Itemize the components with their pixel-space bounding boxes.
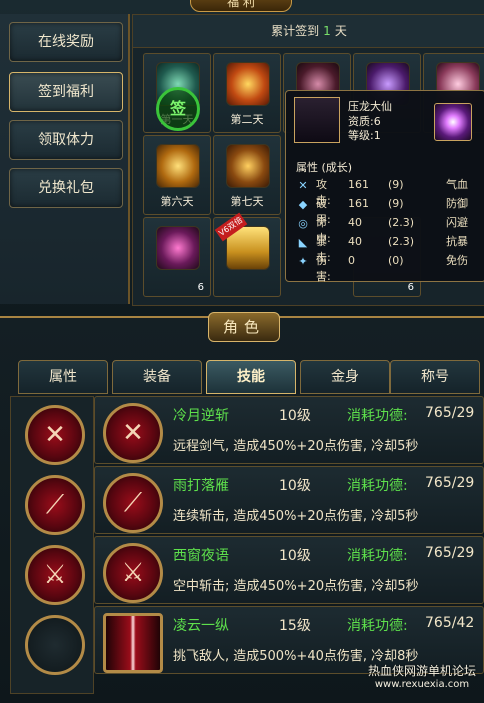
skill-name: 西窗夜语: [173, 548, 229, 564]
skill-cost: 765/29: [425, 405, 475, 421]
signin-summary: 累计签到 1 天: [133, 15, 484, 48]
claim-stamina-button[interactable]: 领取体力: [9, 120, 123, 160]
role-title: 角色: [208, 312, 280, 342]
day-cell-1[interactable]: 第一天 签: [143, 53, 211, 133]
character-name: 压龙大仙: [348, 100, 392, 113]
tab-titles[interactable]: 称号: [390, 360, 480, 394]
stat-row-crit: ◣ 暴击: 40 (2.3): [296, 234, 414, 264]
tab-golden-body[interactable]: 金身: [300, 360, 390, 394]
skill-name: 雨打落雁: [173, 478, 229, 494]
tab-equipment[interactable]: 装备: [112, 360, 202, 394]
item-tooltip: 压龙大仙 资质:6 等级:1 属性 (成长) ✕ 攻击: 161 (9) ◆ 破…: [285, 90, 484, 283]
skill-desc: 连续斩击, 造成450%+20点伤害, 冷却5秒: [173, 509, 419, 524]
tab-attributes[interactable]: 属性: [18, 360, 108, 394]
skill-desc: 远程剑气, 造成450%+20点伤害, 冷却5秒: [173, 439, 419, 454]
skill-name: 凌云一纵: [173, 618, 229, 634]
cross-slash-icon: ✕: [103, 403, 163, 463]
secondary-stats: 气血 防御 闪避 抗暴 免伤: [446, 175, 484, 270]
skill-slot-empty[interactable]: [25, 615, 85, 675]
skill-slot-2[interactable]: ⟋: [25, 475, 85, 535]
purple-orb-icon: [434, 103, 472, 141]
skill-desc: 空中斩击; 造成450%+20点伤害, 冷却5秒: [173, 579, 419, 594]
pink-gem-icon: [156, 226, 200, 270]
skill-cost: 765/29: [425, 475, 475, 491]
stat-row-damage: ✦ 伤害: 0 (0): [296, 253, 403, 283]
skill-level: 10级: [279, 478, 311, 494]
skill-cost: 765/29: [425, 545, 475, 561]
signin-welfare-button[interactable]: 签到福利: [9, 72, 123, 112]
skill-cost-label: 消耗功德:: [347, 618, 408, 634]
arc-slash-icon: ⟋: [103, 473, 163, 533]
gold-chest-icon: [156, 144, 200, 188]
skill-slot-3[interactable]: ⚔: [25, 545, 85, 605]
equipped-skill-slots: ✕ ⟋ ⚔: [10, 396, 94, 694]
attack-icon: ✕: [298, 179, 308, 192]
skill-name: 冷月逆斩: [173, 408, 229, 424]
blade-strike-icon: ⚔: [43, 560, 67, 590]
skill-level: 10级: [279, 408, 311, 424]
skill-cost: 765/42: [425, 615, 475, 631]
light-pillar-icon: [103, 613, 163, 673]
skill-cost-label: 消耗功德:: [347, 478, 408, 494]
armor-break-icon: ◆: [298, 198, 308, 211]
skill-card-1[interactable]: ✕ 冷月逆斩 10级 消耗功德: 765/29 远程剑气, 造成450%+20点…: [94, 396, 484, 464]
hp-stat: 气血: [446, 178, 468, 191]
character-level: 等级:1: [348, 129, 381, 142]
character-portrait: [294, 97, 340, 143]
skill-card-3[interactable]: ⚔ 西窗夜语 10级 消耗功德: 765/29 空中斩击; 造成450%+20点…: [94, 536, 484, 604]
watermark-title: 热血侠网游单机论坛: [367, 664, 476, 678]
skill-card-2[interactable]: ⟋ 雨打落雁 10级 消耗功德: 765/29 连续斩击, 造成450%+20点…: [94, 466, 484, 534]
treasure-chest-icon: [226, 144, 270, 188]
skill-level: 10级: [279, 548, 311, 564]
blade-strike-icon: ⚔: [103, 543, 163, 603]
role-tabs: 属性 装备 技能 金身 称号: [18, 360, 484, 394]
attribute-heading: 属性 (成长): [296, 161, 353, 174]
welfare-panel: 福 利 在线奖励 签到福利 领取体力 兑换礼包 累计签到1天 第一天 签 第二天: [0, 0, 484, 318]
watermark-url: www.rexuexia.com: [374, 679, 470, 690]
skill-cost-label: 消耗功德:: [347, 408, 408, 424]
skill-level: 15级: [279, 618, 311, 634]
day-cell-8[interactable]: 6: [143, 217, 211, 297]
redeem-gift-button[interactable]: 兑换礼包: [9, 168, 123, 208]
signin-count: 1: [323, 24, 331, 38]
stat-row-attack: ✕ 攻击: 161 (9): [296, 177, 403, 207]
day-cell-2[interactable]: 第二天: [213, 53, 281, 133]
defense-stat: 防御: [446, 197, 468, 210]
anti-crit-stat: 抗暴: [446, 235, 468, 248]
crit-icon: ◣: [298, 236, 308, 249]
day-cell-7[interactable]: 第七天: [213, 135, 281, 215]
damage-icon: ✦: [298, 255, 308, 268]
gold-bag-icon: [226, 62, 270, 106]
site-watermark: 热血侠网游单机论坛 www.rexuexia.com: [360, 662, 484, 690]
day-cell-9[interactable]: V6双倍: [213, 212, 281, 297]
day-cell-6[interactable]: 第六天: [143, 135, 211, 215]
role-panel: 角色 属性 装备 技能 金身 称号 ✕ ⟋ ⚔ ✕ 冷月逆斩 10级 消耗功德:…: [0, 312, 484, 703]
tab-skills[interactable]: 技能: [206, 360, 296, 394]
skill-area: ✕ ⟋ ⚔ ✕ 冷月逆斩 10级 消耗功德: 765/29 远程剑气, 造成45…: [8, 394, 484, 694]
skill-slot-1[interactable]: ✕: [25, 405, 85, 465]
arc-slash-icon: ⟋: [45, 490, 65, 520]
online-reward-button[interactable]: 在线奖励: [9, 22, 123, 62]
hit-icon: ◎: [298, 217, 308, 230]
welfare-title: 福 利: [190, 0, 292, 12]
cross-slash-icon: ✕: [44, 420, 66, 450]
skill-cost-label: 消耗功德:: [347, 548, 408, 564]
stat-row-hit: ◎ 命中: 40 (2.3): [296, 215, 414, 245]
dodge-stat: 闪避: [446, 216, 468, 229]
signed-stamp-icon: 签: [156, 87, 200, 131]
damage-reduction-stat: 免伤: [446, 254, 468, 267]
stat-row-armor-break: ◆ 破甲: 161 (9): [296, 196, 404, 226]
welfare-menu: 在线奖励 签到福利 领取体力 兑换礼包: [0, 14, 130, 304]
